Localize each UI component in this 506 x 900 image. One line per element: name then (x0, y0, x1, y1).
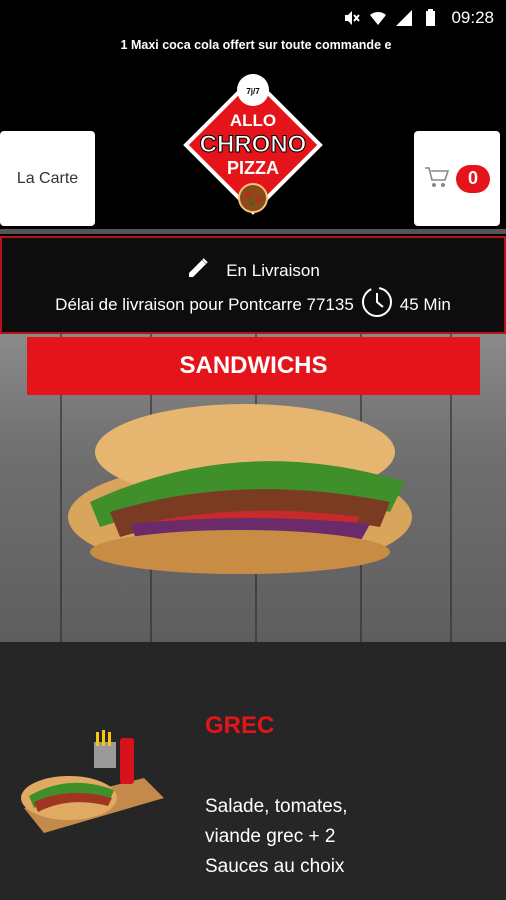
menu-button-label: La Carte (16, 169, 79, 187)
product-title: GREC (205, 712, 275, 739)
signal-icon (395, 9, 413, 27)
logo-word-2: CHRONO (200, 131, 307, 158)
product-description: Salade, tomates, viande grec + 2 Sauces … (205, 796, 348, 877)
status-bar: 09:28 (0, 0, 506, 36)
header: La Carte 7j/7 ALLO CHRONO PIZZA 0 (0, 60, 506, 232)
cart-button[interactable]: 0 (414, 131, 500, 226)
wifi-icon (369, 9, 387, 27)
cart-icon (424, 165, 450, 193)
category-title-banner[interactable]: SANDWICHS (27, 337, 480, 395)
delivery-info[interactable]: En Livraison Délai de livraison pour Pon… (0, 236, 506, 334)
clock-icon (360, 285, 394, 324)
battery-icon (421, 9, 439, 27)
product-card[interactable]: GREC Salade, tomates, viande grec + 2 Sa… (0, 642, 506, 900)
delivery-delay-label: Délai de livraison pour Pontcarre 77135 (55, 294, 354, 314)
delivery-delay-value: 45 Min (399, 294, 451, 314)
sandwich-illustration (68, 404, 412, 574)
pencil-icon (186, 256, 210, 285)
menu-button[interactable]: La Carte (0, 131, 95, 226)
logo-number: 7j/7 (246, 87, 260, 96)
logo-word-3: PIZZA (227, 158, 279, 178)
promo-marquee: 1 Maxi coca cola offert sur toute comman… (120, 38, 392, 52)
delivery-mode: En Livraison (226, 260, 320, 280)
header-divider (0, 229, 506, 234)
status-time: 09:28 (451, 8, 494, 27)
logo-word-1: ALLO (230, 111, 276, 130)
cart-count-badge: 0 (456, 164, 490, 193)
mute-icon (343, 9, 361, 27)
brand-logo: 7j/7 ALLO CHRONO PIZZA (183, 74, 323, 215)
product-image (21, 730, 164, 833)
